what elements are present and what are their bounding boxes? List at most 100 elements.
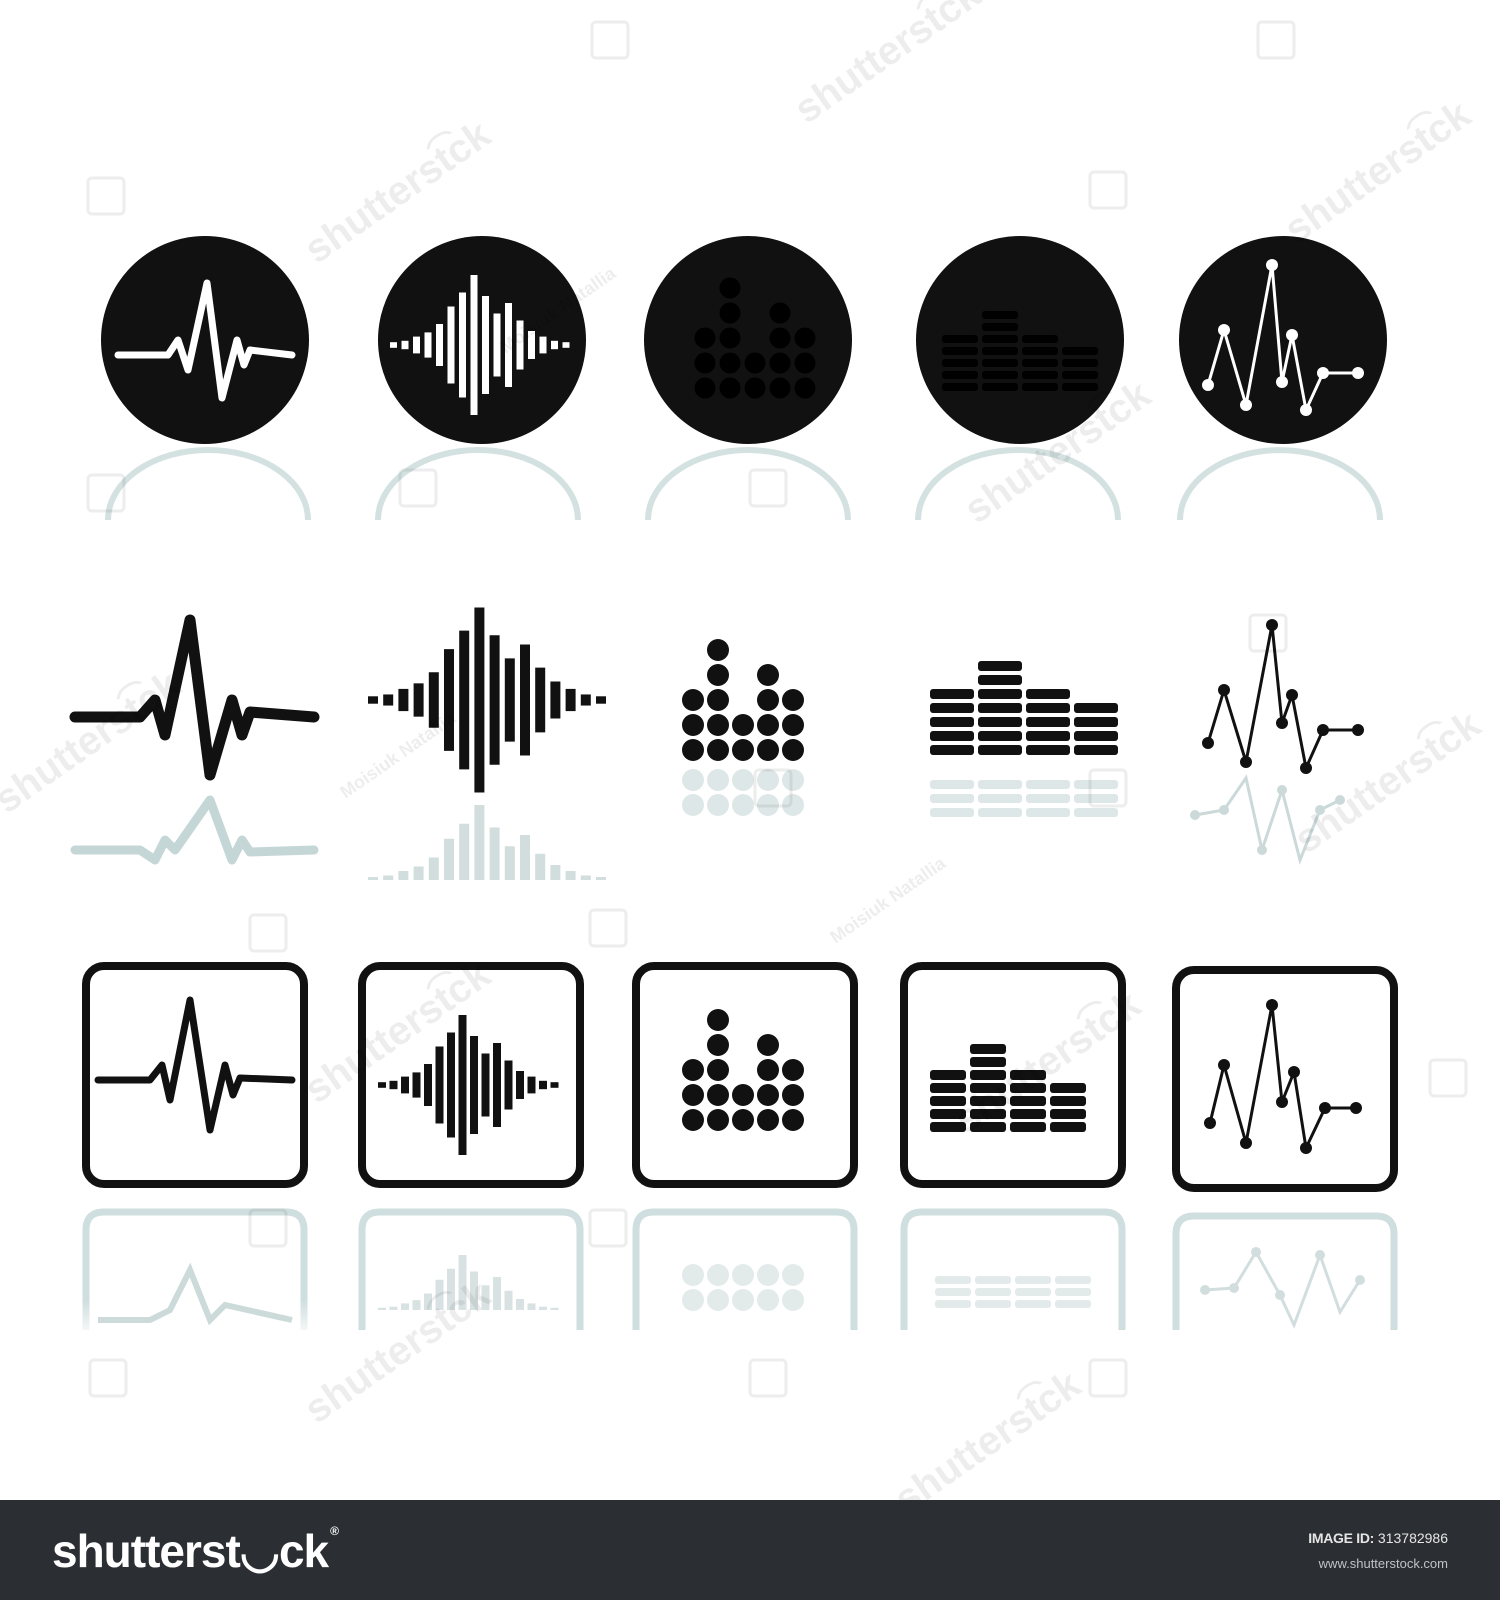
dot-equalizer-plain-icon — [682, 639, 804, 761]
equalizer-bar — [1010, 1083, 1046, 1093]
sound-wave-bar — [562, 342, 570, 348]
watermark-glyph — [86, 176, 126, 216]
site-url[interactable]: www.shutterstock.com — [1319, 1556, 1448, 1571]
sound-wave-bar — [378, 1082, 386, 1088]
equalizer-dot — [732, 769, 754, 791]
watermark-glyph — [1088, 170, 1128, 210]
sound-wave-bar — [428, 857, 439, 880]
equalizer-dot — [782, 689, 804, 711]
equalizer-bar — [1050, 1122, 1086, 1132]
equalizer-bar — [930, 703, 974, 713]
equalizer-dot — [707, 1059, 729, 1081]
equalizer-dot — [769, 352, 791, 374]
sound-wave-bar — [550, 681, 561, 719]
sound-wave-bar — [527, 1303, 536, 1310]
sound-wave-bar — [516, 320, 524, 370]
graph-node — [1240, 756, 1252, 768]
dot-equalizer-reflection — [682, 769, 804, 816]
sound-wave-bar — [539, 1080, 547, 1090]
equalizer-dot — [732, 714, 754, 736]
equalizer-dot — [782, 1084, 804, 1106]
equalizer-bar — [1026, 703, 1070, 713]
equalizer-bar — [978, 780, 1022, 789]
equalizer-bar — [1055, 1288, 1091, 1296]
equalizer-dot — [707, 1289, 729, 1311]
equalizer-bar — [982, 371, 1018, 379]
sound-wave-bar — [389, 1080, 398, 1090]
graph-node — [1218, 324, 1230, 336]
image-id: IMAGE ID: 313782986 — [1308, 1530, 1448, 1546]
equalizer-bar — [970, 1057, 1006, 1067]
equalizer-bar — [935, 1300, 971, 1308]
line-graph-reflection — [1190, 774, 1345, 865]
equalizer-bar — [1062, 347, 1098, 355]
watermark-glyph — [590, 20, 630, 60]
equalizer-bar — [970, 1083, 1006, 1093]
equalizer-bar — [1026, 717, 1070, 727]
sound-wave-bar — [493, 313, 501, 377]
sound-wave-bar — [481, 1285, 490, 1310]
equalizer-bar — [1010, 1096, 1046, 1106]
equalizer-bar — [1062, 359, 1098, 367]
equalizer-dot — [682, 1059, 704, 1081]
sound-wave-bar — [580, 875, 591, 880]
equalizer-bar — [978, 675, 1022, 685]
equalizer-bar — [1015, 1300, 1051, 1308]
sound-wave-bar — [458, 1015, 467, 1155]
sound-wave-bar — [398, 688, 409, 712]
equalizer-bar — [930, 794, 974, 803]
equalizer-bar — [930, 731, 974, 741]
sound-wave-bar — [398, 871, 409, 880]
row-circle-icons — [101, 236, 1387, 521]
sound-wave-bar — [535, 667, 546, 733]
sound-wave-bar — [528, 331, 535, 359]
image-id-label: IMAGE ID: — [1308, 1530, 1375, 1546]
equalizer-bar — [970, 1109, 1006, 1119]
equalizer-dot — [769, 377, 791, 399]
equalizer-bar — [1015, 1288, 1051, 1296]
equalizer-dot — [757, 1084, 779, 1106]
equalizer-dot — [782, 1109, 804, 1131]
graph-node — [1190, 810, 1200, 820]
graph-node — [1352, 724, 1364, 736]
graph-node — [1266, 999, 1278, 1011]
sound-wave-bar — [493, 1043, 501, 1127]
equalizer-bar — [982, 335, 1018, 343]
sound-wave-bar — [565, 871, 576, 880]
equalizer-bar — [1022, 359, 1058, 367]
equalizer-bar — [1026, 745, 1070, 755]
equalizer-dot — [744, 352, 766, 374]
equalizer-dot — [719, 302, 741, 324]
sound-wave-bar — [516, 1071, 524, 1099]
sound-wave-bar — [565, 688, 576, 712]
sound-wave-bar — [383, 875, 394, 880]
equalizer-dot — [732, 794, 754, 816]
equalizer-bar — [982, 359, 1018, 367]
sound-wave-bar — [504, 1060, 513, 1110]
equalizer-bar — [1062, 371, 1098, 379]
sound-wave-bar — [474, 607, 485, 793]
sound-wave-bar — [413, 866, 424, 880]
sound-wave-bar — [535, 853, 546, 880]
watermark-glyph — [1088, 1358, 1128, 1398]
sound-wave-bar — [539, 336, 547, 354]
graph-node — [1276, 1096, 1288, 1108]
equalizer-bar — [975, 1276, 1011, 1284]
sound-wave-bar — [520, 835, 530, 880]
sound-wave-bar — [470, 275, 478, 415]
equalizer-bar — [930, 1083, 966, 1093]
equalizer-bar — [1022, 347, 1058, 355]
equalizer-bar — [942, 335, 978, 343]
equalizer-dot — [794, 352, 816, 374]
graph-node — [1257, 845, 1267, 855]
graph-node — [1276, 717, 1288, 729]
equalizer-dot — [782, 1059, 804, 1081]
equalizer-bar — [1074, 780, 1118, 789]
graph-node — [1200, 1285, 1210, 1295]
brand-logo[interactable]: shutterst◡ck ® — [52, 1524, 339, 1578]
equalizer-dot — [782, 1264, 804, 1286]
sound-wave-bar — [401, 340, 409, 350]
equalizer-dot — [732, 1264, 754, 1286]
equalizer-dot — [682, 794, 704, 816]
equalizer-dot — [757, 1264, 779, 1286]
